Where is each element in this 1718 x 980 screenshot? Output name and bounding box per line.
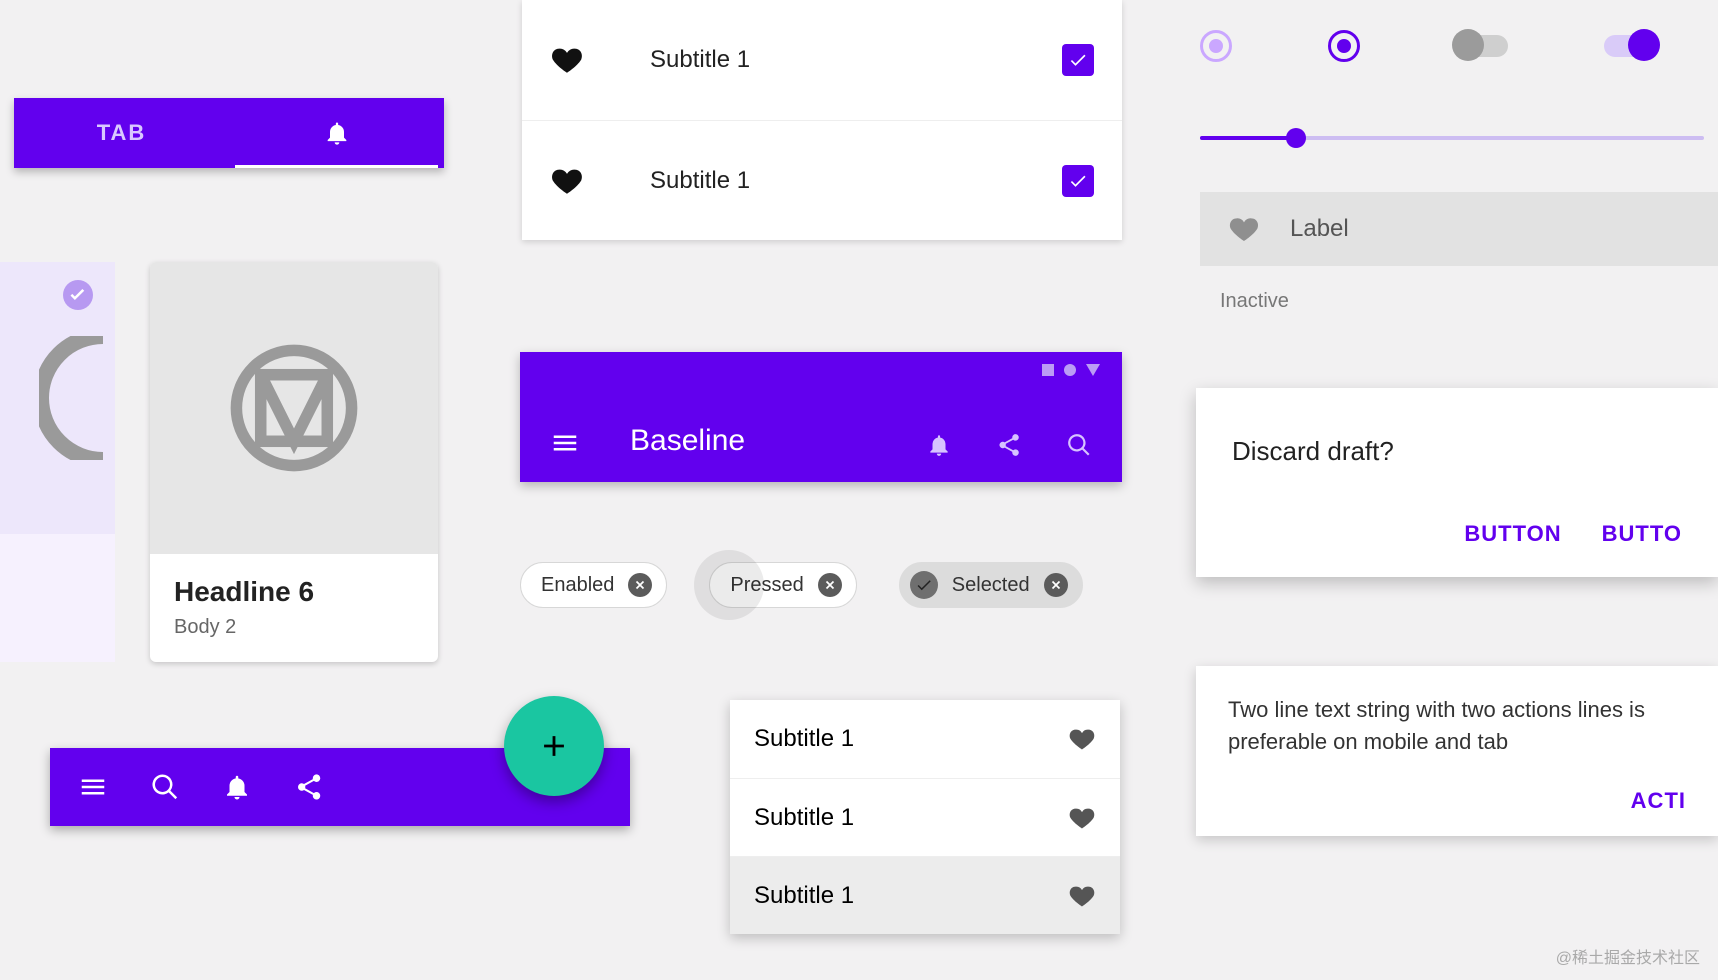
- chip-caption: Inactive: [1220, 290, 1289, 313]
- menu-item-label: Subtitle 1: [754, 882, 854, 910]
- banner-text: Two line text string with two actions li…: [1228, 694, 1686, 758]
- app-bar-title: Baseline: [630, 424, 926, 458]
- bell-icon[interactable]: [926, 432, 952, 458]
- card-headline: Headline 6: [174, 576, 414, 608]
- triangle-icon: [1086, 364, 1100, 376]
- radio-disabled[interactable]: [1200, 30, 1232, 62]
- dialog-action-2[interactable]: BUTTO: [1602, 521, 1682, 547]
- dropdown-menu: Subtitle 1 Subtitle 1 Subtitle 1: [730, 700, 1120, 934]
- checkbox-list: Subtitle 1 Subtitle 1: [522, 0, 1122, 240]
- menu-item-label: Subtitle 1: [754, 725, 854, 753]
- check-icon: [1068, 50, 1088, 70]
- list-item[interactable]: Subtitle 1: [522, 120, 1122, 240]
- card-text: Headline 6 Body 2: [150, 554, 438, 649]
- chip-row: Enabled Pressed Selected: [520, 562, 1083, 608]
- card-media: [150, 262, 438, 554]
- inactive-chip[interactable]: Label: [1200, 192, 1718, 266]
- chip-selected[interactable]: Selected: [899, 562, 1083, 608]
- card-partial-clip: [0, 262, 115, 662]
- heart-icon: [1068, 882, 1096, 910]
- chip-label: Label: [1290, 215, 1349, 243]
- share-icon[interactable]: [996, 432, 1022, 458]
- close-icon[interactable]: [628, 573, 652, 597]
- check-icon: [910, 571, 938, 599]
- heart-icon: [1068, 804, 1096, 832]
- controls-row: [1200, 30, 1656, 62]
- card-body: [0, 534, 115, 662]
- card-media: [0, 262, 115, 534]
- slider[interactable]: [1200, 128, 1704, 148]
- menu-item-selected[interactable]: Subtitle 1: [730, 856, 1120, 934]
- banner-action[interactable]: ACTI: [1228, 788, 1686, 814]
- discard-dialog: Discard draft? BUTTON BUTTO: [1196, 388, 1718, 577]
- bell-icon[interactable]: [222, 772, 252, 802]
- plus-icon: [537, 729, 571, 763]
- tab-text[interactable]: TAB: [14, 98, 229, 168]
- heart-icon: [1228, 213, 1260, 245]
- square-icon: [1042, 364, 1054, 376]
- chip-label: Enabled: [541, 574, 614, 597]
- watermark: @稀土掘金技术社区: [1556, 944, 1700, 968]
- checkbox[interactable]: [1062, 44, 1094, 76]
- tab-bar: TAB: [14, 98, 444, 168]
- card-body-text: Body 2: [174, 616, 414, 639]
- slider-fill: [1200, 136, 1296, 140]
- headline-card[interactable]: Headline 6 Body 2: [150, 262, 438, 662]
- switch-on[interactable]: [1604, 35, 1656, 57]
- banner: Two line text string with two actions li…: [1196, 666, 1718, 836]
- search-icon[interactable]: [1066, 432, 1092, 458]
- list-item-title: Subtitle 1: [650, 46, 1062, 74]
- check-icon: [1068, 171, 1088, 191]
- fab-add-button[interactable]: [504, 696, 604, 796]
- heart-icon: [550, 43, 584, 77]
- slider-thumb[interactable]: [1286, 128, 1306, 148]
- dialog-title: Discard draft?: [1232, 436, 1682, 467]
- list-item-title: Subtitle 1: [650, 167, 1062, 195]
- menu-item[interactable]: Subtitle 1: [730, 778, 1120, 856]
- menu-item-label: Subtitle 1: [754, 804, 854, 832]
- menu-icon[interactable]: [550, 428, 580, 458]
- bell-icon: [323, 119, 351, 147]
- menu-item[interactable]: Subtitle 1: [730, 700, 1120, 778]
- menu-icon[interactable]: [78, 772, 108, 802]
- chip-pressed[interactable]: Pressed: [709, 562, 856, 608]
- close-icon[interactable]: [1044, 573, 1068, 597]
- chip-label: Pressed: [730, 574, 803, 597]
- chip-label: Selected: [952, 574, 1030, 597]
- chip-enabled[interactable]: Enabled: [520, 562, 667, 608]
- dot-icon: [1064, 364, 1076, 376]
- share-icon[interactable]: [294, 772, 324, 802]
- corner-indicators: [1042, 364, 1100, 376]
- switch-off[interactable]: [1456, 35, 1508, 57]
- card-partial[interactable]: [0, 262, 115, 662]
- list-item[interactable]: Subtitle 1: [522, 0, 1122, 120]
- close-icon[interactable]: [818, 573, 842, 597]
- radio-checked[interactable]: [1328, 30, 1360, 62]
- search-icon[interactable]: [150, 772, 180, 802]
- checkbox[interactable]: [1062, 165, 1094, 197]
- heart-icon: [1068, 725, 1096, 753]
- dialog-action-1[interactable]: BUTTON: [1464, 521, 1561, 547]
- circle-outline-icon: [39, 336, 103, 460]
- check-badge-icon: [63, 280, 93, 310]
- material-logo-icon: [230, 344, 358, 472]
- app-bar: Baseline: [520, 352, 1122, 482]
- heart-icon: [550, 164, 584, 198]
- tab-bell[interactable]: [229, 98, 444, 168]
